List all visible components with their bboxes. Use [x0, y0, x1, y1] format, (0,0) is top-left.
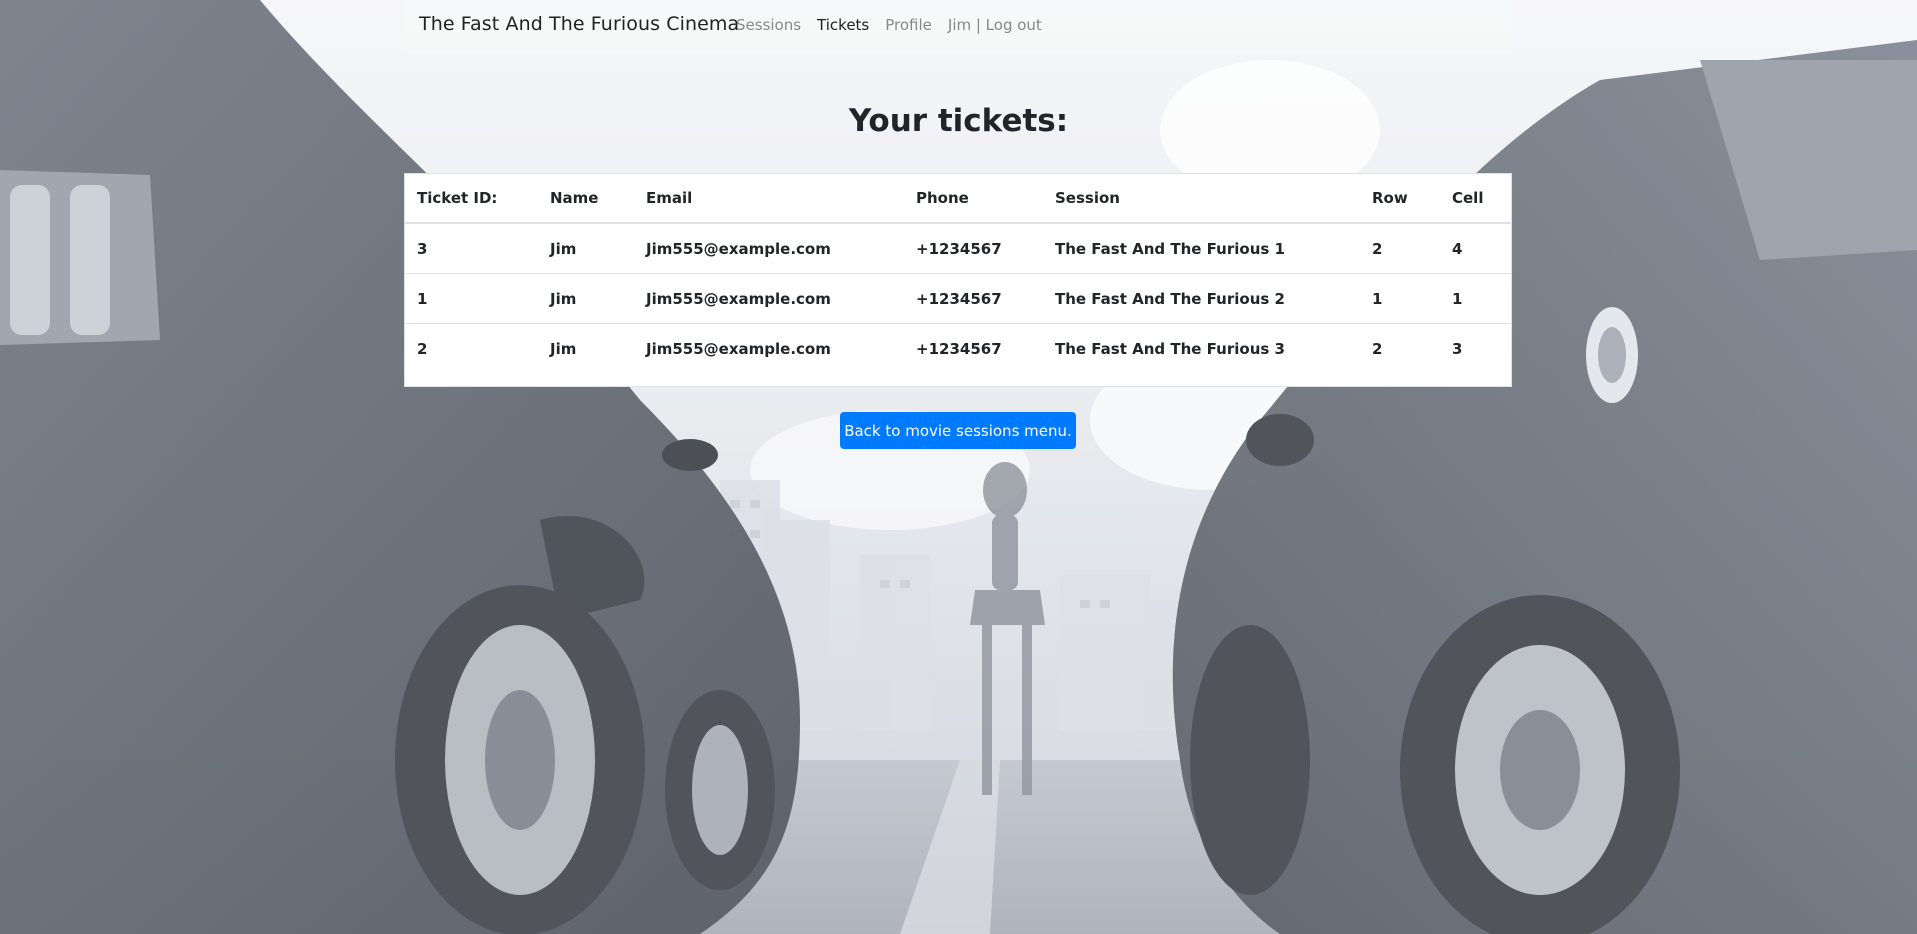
cell-seat: 1	[1440, 273, 1511, 324]
cell-ticket-id: 3	[417, 239, 428, 258]
table-row: 3 Jim Jim555@example.com +1234567 The Fa…	[405, 223, 1511, 274]
cell-row: 2	[1372, 239, 1383, 258]
cell-ticket-id: 1	[405, 273, 538, 324]
cell-session: The Fast And The Furious 2	[1043, 273, 1360, 324]
cell-phone: +1234567	[916, 239, 1002, 258]
nav-link-sessions[interactable]: Sessions	[736, 16, 801, 34]
cell-name: Jim	[538, 323, 634, 373]
nav-link-profile[interactable]: Profile	[885, 16, 932, 34]
cell-phone: +1234567	[904, 323, 1043, 373]
cell-session: The Fast And The Furious 1	[1055, 239, 1285, 258]
cell-seat: 4	[1452, 239, 1463, 258]
column-header-row: Row	[1360, 174, 1440, 224]
column-header-cell: Cell	[1440, 174, 1511, 224]
tickets-table-container: Ticket ID: Name Email Phone Session Row …	[404, 173, 1512, 387]
cell-seat: 3	[1440, 323, 1511, 373]
cell-name: Jim	[538, 273, 634, 324]
page-title: Your tickets:	[848, 103, 1069, 139]
table-header-row: Ticket ID: Name Email Phone Session Row …	[405, 174, 1511, 224]
cell-row: 1	[1360, 273, 1440, 324]
cell-email: Jim555@example.com	[646, 239, 831, 258]
column-header-ticket-id: Ticket ID:	[405, 174, 538, 224]
brand-link[interactable]: The Fast And The Furious Cinema	[419, 13, 739, 35]
tickets-table: Ticket ID: Name Email Phone Session Row …	[405, 174, 1511, 373]
nav-links: Sessions Tickets Profile Jim | Log out	[736, 16, 1042, 34]
navbar: The Fast And The Furious Cinema Sessions…	[404, 0, 1512, 54]
cell-row: 2	[1360, 323, 1440, 373]
column-header-name: Name	[538, 174, 634, 224]
background-cars-scene	[0, 0, 1917, 934]
back-to-sessions-button[interactable]: Back to movie sessions menu.	[840, 412, 1076, 449]
table-row: 1 Jim Jim555@example.com +1234567 The Fa…	[405, 273, 1511, 324]
table-row: 2 Jim Jim555@example.com +1234567 The Fa…	[405, 323, 1511, 373]
column-header-email: Email	[634, 174, 904, 224]
cell-phone: +1234567	[904, 273, 1043, 324]
cell-email: Jim555@example.com	[634, 273, 904, 324]
cell-ticket-id: 2	[405, 323, 538, 373]
nav-link-tickets[interactable]: Tickets	[817, 16, 869, 34]
column-header-phone: Phone	[904, 174, 1043, 224]
nav-link-logout[interactable]: Jim | Log out	[948, 16, 1042, 34]
background-image	[0, 0, 1917, 934]
cell-name: Jim	[550, 239, 577, 258]
column-header-session: Session	[1043, 174, 1360, 224]
cell-email: Jim555@example.com	[634, 323, 904, 373]
cell-session: The Fast And The Furious 3	[1043, 323, 1360, 373]
